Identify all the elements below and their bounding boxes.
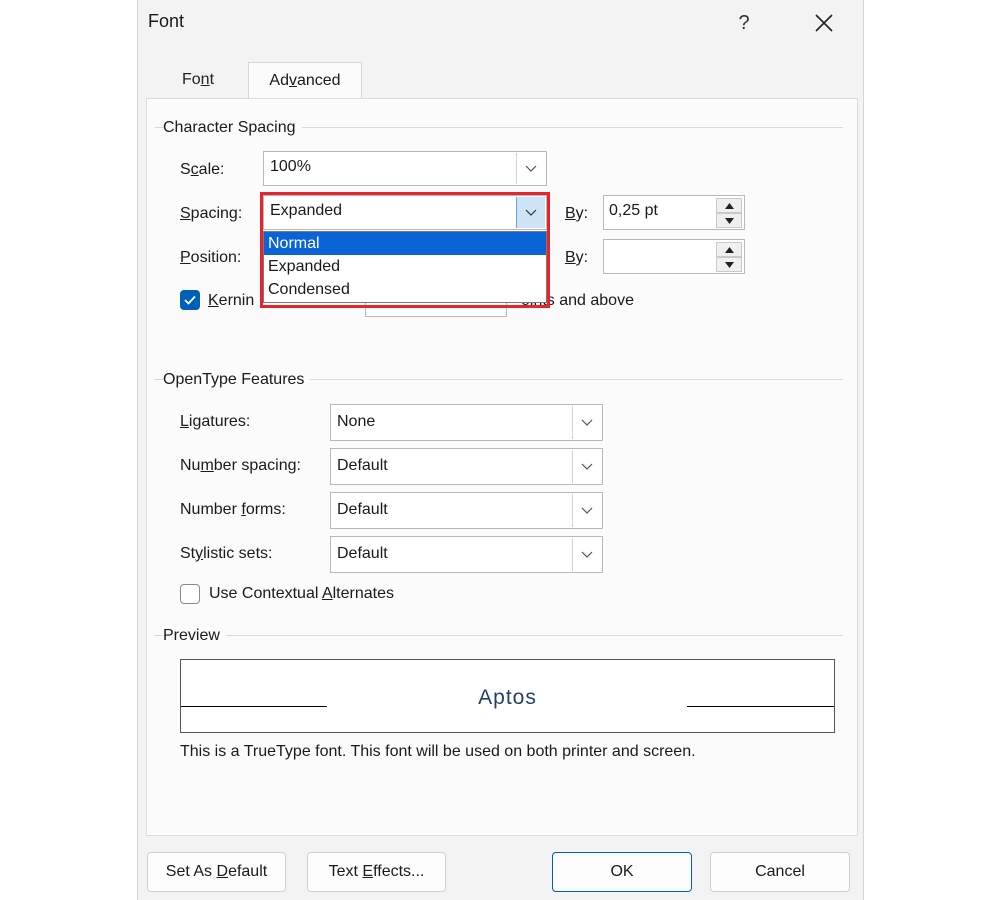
chevron-down-icon [581,463,593,470]
opentype-title: OpenType Features [163,371,311,389]
number-spacing-combo[interactable]: Default [330,448,603,485]
kerning-checkbox[interactable] [180,290,200,310]
number-spacing-dropdown-button[interactable] [572,450,601,483]
scale-dropdown-button[interactable] [516,153,545,184]
ligatures-combo[interactable]: None [330,404,603,441]
spacing-by-down-button[interactable] [716,213,742,228]
stylistic-sets-label: Stylistic sets: [180,545,273,562]
tab-advanced-label: Advanced [269,72,341,89]
stylistic-sets-combo[interactable]: Default [330,536,603,573]
number-spacing-value: Default [337,457,388,474]
preview-note: This is a TrueType font. This font will … [180,743,696,760]
number-forms-label: Number forms: [180,501,286,518]
position-by-down-button[interactable] [716,257,742,272]
close-icon [815,14,833,32]
text-effects-button[interactable]: Text Effects... [307,852,446,892]
tab-font-label: Font [181,71,215,88]
stylistic-sets-value: Default [337,545,388,562]
dialog-title: Font [148,11,185,31]
tab-font[interactable]: Font [148,62,248,98]
number-forms-dropdown-button[interactable] [572,494,601,527]
chevron-down-icon [525,165,537,172]
checkmark-icon [184,295,196,305]
triangle-up-icon [724,246,734,253]
number-forms-combo[interactable]: Default [330,492,603,529]
set-as-default-button[interactable]: Set As Default [147,852,286,892]
annotation-highlight-box [260,192,550,308]
spacing-label: Spacing: [180,205,243,222]
triangle-down-icon [724,261,734,268]
cancel-button[interactable]: Cancel [710,852,850,892]
contextual-alternates-label: Use Contextual Alternates [209,585,394,602]
position-label: Position: [180,249,242,266]
preview-divider [155,635,843,636]
chevron-down-icon [581,507,593,514]
ligatures-value: None [337,413,376,430]
spacing-by-value: 0,25 pt [609,202,658,219]
chevron-down-icon [581,551,593,558]
scale-combo[interactable]: 100% [263,151,547,186]
advanced-panel: Character Spacing Scale: 100% Spacing: E… [146,98,858,836]
triangle-up-icon [724,202,734,209]
close-button[interactable] [806,8,842,38]
preview-box: Aptos [180,659,835,733]
spacing-by-label: By: [565,205,589,222]
font-dialog: Font ? Font Advanced Character Spacing S… [137,0,864,900]
ligatures-label: Ligatures: [180,413,251,430]
scale-value: 100% [270,158,311,175]
tab-advanced[interactable]: Advanced [248,62,362,100]
position-by-label: By: [565,249,589,266]
contextual-alternates-checkbox[interactable] [180,584,200,604]
number-spacing-label: Number spacing: [180,457,301,474]
preview-title: Preview [163,627,226,645]
position-by-spinner[interactable] [603,239,745,274]
spacing-by-up-button[interactable] [716,198,742,213]
number-forms-value: Default [337,501,388,518]
spacing-by-spinner[interactable]: 0,25 pt [603,195,745,230]
position-by-up-button[interactable] [716,242,742,257]
preview-baseline-right [687,706,834,707]
title-bar: Font ? [138,0,863,46]
kerning-label: Kernin [208,292,255,309]
triangle-down-icon [724,217,734,224]
ligatures-dropdown-button[interactable] [572,406,601,439]
ok-button[interactable]: OK [552,852,692,892]
scale-label: Scale: [180,161,225,178]
stylistic-sets-dropdown-button[interactable] [572,538,601,571]
help-button[interactable]: ? [728,8,760,38]
character-spacing-title: Character Spacing [163,119,302,137]
chevron-down-icon [581,419,593,426]
